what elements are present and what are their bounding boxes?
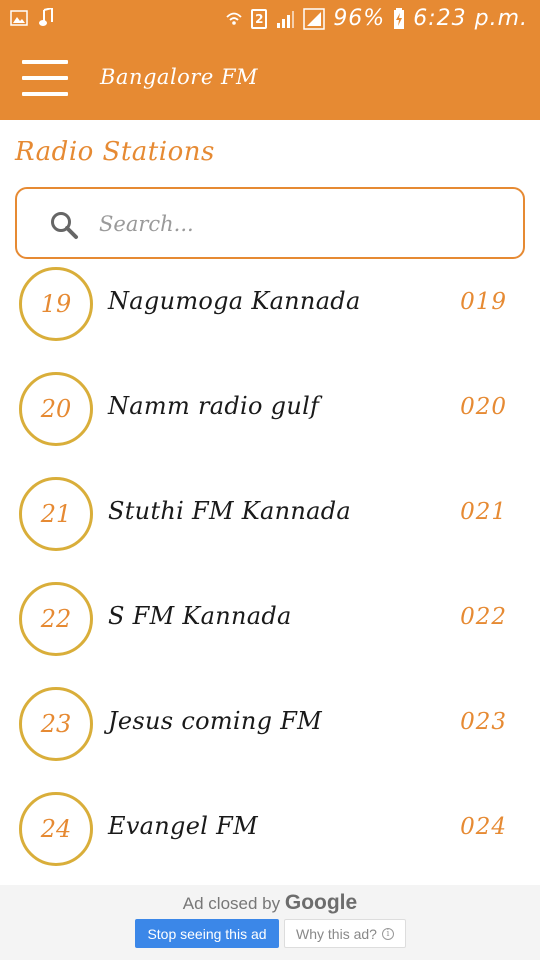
station-name: Jesus coming FM <box>108 707 323 735</box>
station-code: 023 <box>460 709 507 735</box>
hamburger-icon <box>22 76 68 80</box>
hamburger-menu-button[interactable] <box>22 58 68 98</box>
station-item[interactable]: 23 Jesus coming FM 023 <box>0 672 540 777</box>
station-item[interactable]: 21 Stuthi FM Kannada 021 <box>0 462 540 567</box>
hamburger-icon <box>22 92 68 96</box>
station-name: Stuthi FM Kannada <box>108 497 352 525</box>
hamburger-icon <box>22 60 68 64</box>
status-bar: 2 96% 6:23 p.m. <box>0 0 540 38</box>
status-time: 6:23 p.m. <box>413 6 528 31</box>
search-icon <box>51 212 78 239</box>
station-list: 19 Nagumoga Kannada 019 20 Namm radio gu… <box>0 252 540 885</box>
station-item[interactable]: 22 S FM Kannada 022 <box>0 567 540 672</box>
station-code: 022 <box>460 604 507 630</box>
station-code: 021 <box>460 499 507 525</box>
station-item[interactable]: 20 Namm radio gulf 020 <box>0 357 540 462</box>
station-number-badge: 23 <box>19 687 93 761</box>
sim-icon: 2 <box>251 8 268 29</box>
image-icon <box>10 10 28 26</box>
battery-percent: 96% <box>333 6 386 31</box>
station-item[interactable]: 19 Nagumoga Kannada 019 <box>0 252 540 357</box>
section-title: Radio Stations <box>15 137 215 167</box>
signal-icon <box>303 7 326 30</box>
wifi-icon <box>226 12 242 25</box>
signal-icon <box>277 10 295 28</box>
status-right-icons: 2 96% 6:23 p.m. <box>225 6 528 31</box>
music-note-icon <box>39 8 53 26</box>
station-name: Namm radio gulf <box>108 392 320 420</box>
why-this-ad-button[interactable]: Why this ad? i <box>284 919 406 948</box>
app-bar: Bangalore FM <box>0 38 540 120</box>
station-number-badge: 21 <box>19 477 93 551</box>
station-name: Evangel FM <box>108 812 258 840</box>
station-code: 020 <box>460 394 507 420</box>
station-number-badge: 20 <box>19 372 93 446</box>
station-number-badge: 24 <box>19 792 93 866</box>
ad-closed-text: Ad closed by Google <box>0 891 540 915</box>
station-name: Nagumoga Kannada <box>108 287 361 315</box>
station-name: S FM Kannada <box>108 602 292 630</box>
search-input[interactable] <box>99 205 499 243</box>
station-code: 024 <box>460 814 507 840</box>
app-title: Bangalore FM <box>100 65 259 89</box>
battery-icon <box>394 7 405 29</box>
info-icon: i <box>381 927 394 940</box>
ad-banner: Ad closed by Google Stop seeing this ad … <box>0 885 540 960</box>
search-box[interactable] <box>15 187 525 259</box>
station-number-badge: 22 <box>19 582 93 656</box>
google-logo: Google <box>284 891 358 914</box>
status-left-icons <box>10 8 54 28</box>
why-this-ad-label: Why this ad? <box>296 925 377 942</box>
stop-seeing-ad-button[interactable]: Stop seeing this ad <box>135 919 279 948</box>
station-code: 019 <box>460 289 507 315</box>
station-item[interactable]: 24 Evangel FM 024 <box>0 777 540 882</box>
station-number-badge: 19 <box>19 267 93 341</box>
ad-closed-label: Ad closed by <box>182 894 281 913</box>
